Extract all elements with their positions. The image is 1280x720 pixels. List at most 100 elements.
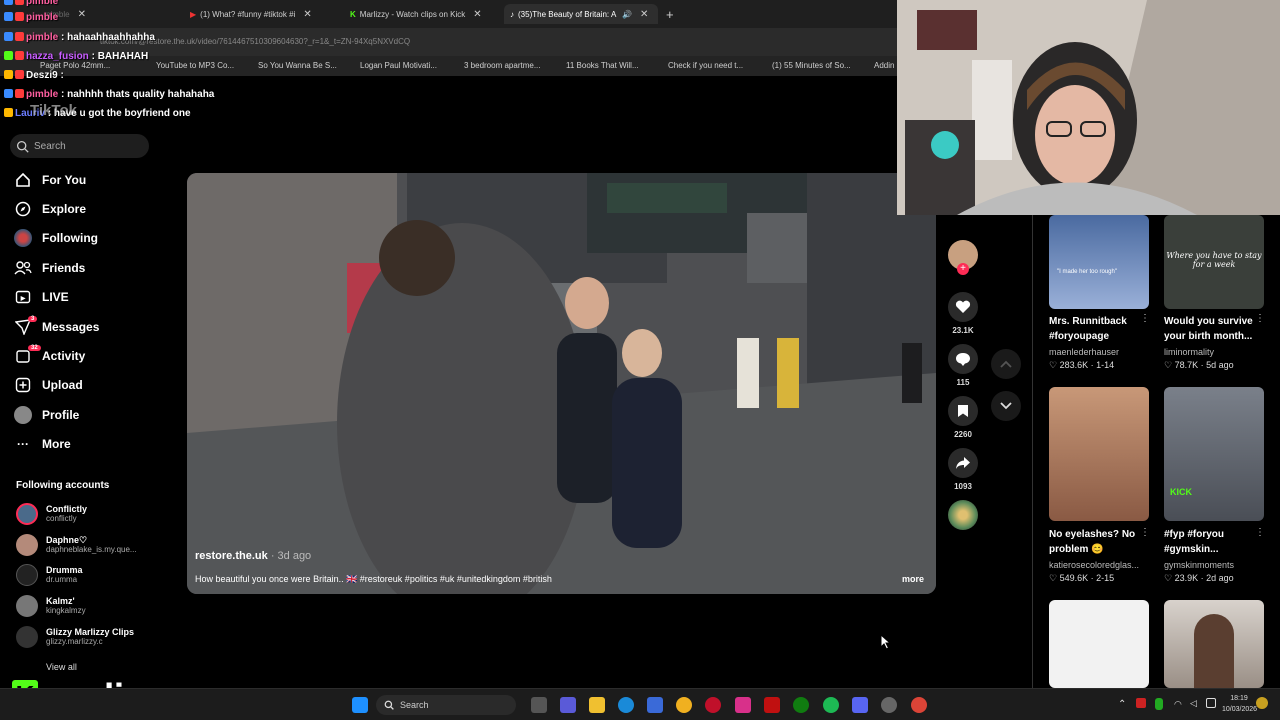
- notification-icon[interactable]: [1256, 697, 1268, 709]
- video-player[interactable]: restore.the.uk · 3d ago How beautiful yo…: [187, 173, 936, 594]
- nav-following[interactable]: Following: [14, 226, 98, 250]
- file-explorer-icon[interactable]: [589, 697, 605, 713]
- card-user[interactable]: maenlederhauser: [1049, 347, 1119, 357]
- video-thumbnail[interactable]: [1049, 600, 1149, 688]
- video-thumbnail[interactable]: [1164, 600, 1264, 688]
- task-view-icon[interactable]: [531, 697, 547, 713]
- following-account[interactable]: Glizzy Marlizzy Clips glizzy.marlizzy.c: [16, 625, 134, 649]
- tab-tiktok-1[interactable]: ▶ (1) What? #funny #tiktok #i ✕: [190, 4, 312, 24]
- tray-chevron-icon[interactable]: ⌃: [1118, 699, 1126, 710]
- search-input[interactable]: Search: [10, 134, 149, 158]
- close-icon[interactable]: ✕: [640, 9, 648, 20]
- card-user[interactable]: gymskinmoments: [1164, 560, 1234, 570]
- instagram-icon[interactable]: [735, 697, 751, 713]
- share-button[interactable]: 1093: [948, 448, 978, 491]
- bookmark-item[interactable]: Check if you need t...: [668, 61, 743, 70]
- chrome-canary-icon[interactable]: [676, 697, 692, 713]
- chat-message: pimble : nahhhh thats quality hahahaha: [4, 89, 214, 100]
- volume-icon[interactable]: ◁: [1190, 698, 1197, 709]
- like-count: 23.1K: [952, 326, 974, 335]
- author-name[interactable]: restore.the.uk: [195, 550, 268, 562]
- nav-messages[interactable]: 3 Messages: [14, 315, 99, 339]
- bookmark-item[interactable]: Addin: [874, 61, 894, 70]
- bookmark-item[interactable]: Logan Paul Motivati...: [360, 61, 437, 70]
- following-account[interactable]: Drumma dr.umma: [16, 563, 83, 587]
- new-tab-button[interactable]: +: [666, 4, 674, 24]
- xbox-icon[interactable]: [793, 697, 809, 713]
- opera-icon[interactable]: [705, 697, 721, 713]
- tab-kick[interactable]: K Marlizzy - Watch clips on Kick ✕: [350, 4, 482, 24]
- more-options-icon[interactable]: ⋮: [1140, 313, 1150, 324]
- more-options-icon[interactable]: ⋮: [1255, 313, 1265, 324]
- nav-upload[interactable]: Upload: [14, 373, 83, 397]
- follow-plus-icon[interactable]: +: [957, 263, 969, 275]
- heart-icon: ♡: [1049, 573, 1060, 583]
- following-account[interactable]: Conflictly conflictly: [16, 502, 87, 526]
- music-disc[interactable]: [948, 500, 978, 530]
- microphone-icon[interactable]: [1155, 698, 1163, 710]
- spotify-icon[interactable]: [823, 697, 839, 713]
- nav-for-you[interactable]: For You: [14, 168, 86, 192]
- chat-message: Deszi9 :: [4, 70, 64, 81]
- more-options-icon[interactable]: ⋮: [1140, 527, 1150, 538]
- chrome-icon[interactable]: [911, 697, 927, 713]
- nav-live[interactable]: ▶ LIVE: [14, 285, 69, 309]
- heart-icon: ♡: [1049, 360, 1060, 370]
- card-user[interactable]: liminormality: [1164, 347, 1214, 357]
- wifi-icon[interactable]: ◠: [1174, 699, 1182, 710]
- close-icon[interactable]: ✕: [78, 9, 86, 20]
- clock[interactable]: 18:19 10/03/2026: [1222, 693, 1257, 715]
- nav-label: Explore: [42, 202, 87, 216]
- nav-friends[interactable]: Friends: [14, 256, 85, 280]
- bookmark-item[interactable]: So You Wanna Be S...: [258, 61, 337, 70]
- card-user[interactable]: katierosecoloredglas...: [1049, 560, 1139, 570]
- card-stats: ♡ 549.6K · 2-15: [1049, 573, 1115, 583]
- video-thumbnail[interactable]: KICK: [1164, 387, 1264, 521]
- next-video-button[interactable]: [991, 391, 1021, 421]
- more-options-icon[interactable]: ⋮: [1255, 527, 1265, 538]
- store-icon[interactable]: [647, 697, 663, 713]
- tray-app-icon[interactable]: [1136, 698, 1146, 708]
- account-handle: daphneblake_is.my.que...: [46, 545, 137, 554]
- previous-video-button[interactable]: [991, 349, 1021, 379]
- tab-active[interactable]: ♪ (35)The Beauty of Britain: A 🔊 ✕: [504, 4, 658, 24]
- like-button[interactable]: 23.1K: [948, 292, 978, 335]
- close-icon[interactable]: ✕: [473, 9, 481, 20]
- card-views: 283.6K: [1059, 360, 1089, 370]
- more-button[interactable]: more: [902, 574, 924, 584]
- video-author[interactable]: restore.the.uk · 3d ago: [195, 550, 311, 562]
- bookmark-item[interactable]: Paget Polo 42mm...: [40, 61, 110, 70]
- acrobat-icon[interactable]: [764, 697, 780, 713]
- chat-app-icon[interactable]: [560, 697, 576, 713]
- discord-icon[interactable]: [852, 697, 868, 713]
- following-account[interactable]: Daphne♡ daphneblake_is.my.que...: [16, 533, 137, 557]
- thumbnail-caption: KICK: [1170, 487, 1192, 497]
- save-button[interactable]: 2260: [948, 396, 978, 439]
- creator-avatar[interactable]: +: [948, 240, 978, 275]
- following-account[interactable]: Kalmz' kingkalmzy: [16, 594, 86, 618]
- settings-icon[interactable]: [881, 697, 897, 713]
- nav-profile[interactable]: Profile: [14, 403, 79, 427]
- bookmark-item[interactable]: 11 Books That Will...: [566, 61, 639, 70]
- see-all-link[interactable]: View all: [46, 662, 77, 672]
- nav-explore[interactable]: Explore: [14, 197, 86, 221]
- video-thumbnail[interactable]: [1049, 387, 1149, 521]
- taskbar-search[interactable]: Search: [376, 695, 516, 715]
- video-thumbnail[interactable]: "I made her too rough": [1049, 215, 1149, 309]
- battery-icon[interactable]: [1206, 698, 1216, 708]
- speaker-icon[interactable]: 🔊: [622, 10, 632, 19]
- tiktok-logo[interactable]: TikTok: [30, 102, 77, 119]
- nav-activity[interactable]: 32 Activity: [14, 344, 85, 368]
- bookmark-item[interactable]: 3 bedroom apartme...: [464, 61, 540, 70]
- bookmark-item[interactable]: YouTube to MP3 Co...: [156, 61, 234, 70]
- edge-icon[interactable]: [618, 697, 634, 713]
- comment-button[interactable]: 115: [948, 344, 978, 387]
- close-icon[interactable]: ✕: [303, 9, 311, 20]
- windows-start-icon[interactable]: [352, 697, 368, 713]
- nav-more[interactable]: ··· More: [14, 432, 71, 456]
- chat-username: pimble: [26, 12, 59, 23]
- video-thumbnail[interactable]: Where you have to stay for a week: [1164, 215, 1264, 309]
- nav-label: LIVE: [42, 290, 69, 304]
- bookmark-item[interactable]: (1) 55 Minutes of So...: [772, 61, 851, 70]
- chat-username: Deszi9: [26, 70, 58, 81]
